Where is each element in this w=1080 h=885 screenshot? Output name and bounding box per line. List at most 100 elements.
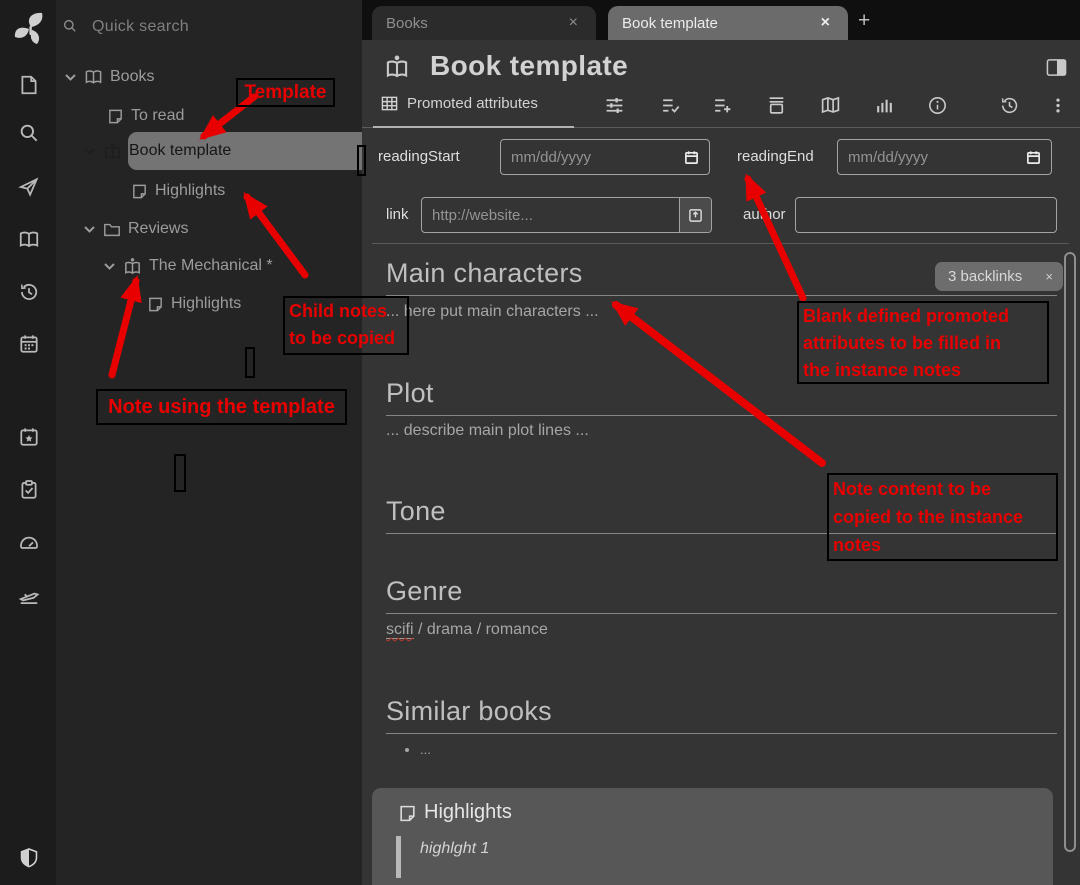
annotation-note-content: Note content to be copied to the instanc…	[827, 473, 1058, 561]
readingend-input[interactable]	[838, 149, 1026, 166]
blockquote-bar	[396, 836, 401, 878]
tree-item-highlights-2[interactable]: Highlights	[147, 285, 241, 323]
section-body-plot: ... describe main plot lines ...	[386, 422, 589, 440]
note-icon	[131, 183, 148, 200]
note-tree-panel: Quick search Books To read Book template…	[56, 0, 362, 885]
readingstart-date-field[interactable]	[500, 139, 710, 175]
attr-label-readingstart: readingStart	[378, 148, 460, 165]
tab-close-icon[interactable]: ×	[565, 13, 582, 33]
send-icon[interactable]	[18, 176, 40, 198]
section-heading-similar-books: Similar books	[386, 696, 1057, 734]
tree-item-label: The Mechanical *	[149, 257, 273, 275]
annotation-artifact-rect	[245, 347, 255, 378]
annotation-artifact-rect	[174, 454, 186, 492]
quick-search-icon[interactable]	[62, 18, 78, 34]
annotation-artifact-rect	[357, 145, 366, 176]
trilium-logo-icon	[11, 10, 49, 46]
shield-icon[interactable]	[18, 847, 40, 869]
tree-item-label: Book template	[129, 142, 231, 160]
readingstart-input[interactable]	[501, 149, 684, 166]
tree-item-highlights-1[interactable]: Highlights	[131, 172, 225, 210]
scrollbar-thumb[interactable]	[1064, 252, 1076, 852]
tab-books[interactable]: Books ×	[372, 6, 596, 40]
calendar-icon[interactable]	[684, 150, 699, 165]
tree-item-reviews[interactable]: Reviews	[83, 210, 188, 248]
tree-item-book-template[interactable]: Book template	[83, 132, 231, 170]
chevron-down-icon[interactable]	[83, 223, 96, 236]
attr-label-link: link	[386, 206, 409, 223]
list-item: ...	[420, 742, 431, 757]
plane-takeoff-icon[interactable]	[18, 585, 40, 607]
ribbon-tab-promoted-attributes[interactable]: Promoted attributes	[381, 95, 538, 112]
section-body-main-characters: ... here put main characters ...	[386, 303, 599, 321]
child-note-title[interactable]: Highlights	[424, 801, 512, 824]
gauge-icon[interactable]	[18, 532, 40, 554]
similar-books-list: ...	[406, 742, 431, 757]
clipboard-check-icon[interactable]	[18, 479, 40, 501]
calendar-icon[interactable]	[18, 333, 40, 355]
new-note-icon[interactable]	[18, 74, 40, 96]
list-check-icon[interactable]	[660, 95, 681, 116]
backlinks-badge[interactable]: 3 backlinks ×	[935, 262, 1063, 291]
badge-close-icon[interactable]: ×	[1045, 269, 1053, 284]
info-icon[interactable]	[927, 95, 948, 116]
note-icon	[107, 108, 124, 125]
author-field[interactable]	[795, 197, 1057, 233]
tree-item-label: Highlights	[155, 182, 225, 200]
tab-label: Books	[386, 15, 428, 32]
annotation-child-notes: Child notes to be copied	[283, 296, 409, 355]
tree-item-label: Books	[110, 68, 154, 86]
archive-icon[interactable]	[766, 95, 787, 116]
tree-item-the-mechanical[interactable]: The Mechanical *	[103, 247, 273, 285]
note-icon	[398, 804, 417, 823]
ribbon-active-underline	[373, 126, 574, 128]
tab-close-icon[interactable]: ×	[817, 13, 834, 33]
annotation-note-using-template: Note using the template	[96, 389, 347, 425]
calendar-star-icon[interactable]	[18, 426, 40, 448]
chevron-down-icon[interactable]	[103, 260, 116, 273]
tree-item-to-read[interactable]: To read	[107, 97, 184, 135]
split-pane-icon[interactable]	[1046, 58, 1067, 77]
attr-label-author: author	[743, 206, 786, 223]
link-url-field[interactable]	[421, 197, 712, 233]
tree-item-label: To read	[131, 107, 184, 125]
attributes-divider	[372, 243, 1069, 244]
calendar-icon[interactable]	[1026, 150, 1041, 165]
book-template-icon	[123, 257, 142, 276]
external-link-icon	[688, 208, 703, 223]
tree-item-label: Highlights	[171, 295, 241, 313]
attr-label-readingend: readingEnd	[737, 148, 814, 165]
tab-bar: Books × Book template × +	[362, 0, 1080, 40]
backlinks-count: 3 backlinks	[948, 268, 1022, 285]
link-input[interactable]	[422, 207, 679, 224]
author-input[interactable]	[796, 207, 1056, 224]
child-note-quote: highlght 1	[420, 840, 489, 858]
kebab-menu-icon[interactable]	[1049, 95, 1067, 116]
genre-rest: / drama / romance	[414, 621, 548, 638]
section-body-genre: scifi / drama / romance	[386, 621, 548, 639]
book-icon[interactable]	[18, 229, 40, 251]
map-icon[interactable]	[820, 95, 841, 116]
readingend-date-field[interactable]	[837, 139, 1052, 175]
search-icon[interactable]	[18, 122, 40, 144]
note-title-icon	[384, 54, 410, 80]
ribbon-tab-label: Promoted attributes	[407, 95, 538, 112]
list-plus-icon[interactable]	[712, 95, 733, 116]
edited-notes-history-icon[interactable]	[999, 95, 1020, 116]
chevron-down-icon[interactable]	[83, 145, 96, 158]
tree-item-books[interactable]: Books	[64, 58, 154, 96]
annotation-blank-attributes: Blank defined promoted attributes to be …	[797, 301, 1049, 384]
chevron-down-icon[interactable]	[64, 71, 77, 84]
annotation-template: Template	[236, 78, 335, 107]
open-external-link-button[interactable]	[679, 198, 711, 232]
history-icon[interactable]	[18, 281, 40, 303]
note-title[interactable]: Book template	[430, 50, 628, 82]
section-heading-genre: Genre	[386, 576, 1057, 614]
note-detail-pane: Book template Promoted attributes readin…	[362, 40, 1080, 885]
new-tab-button[interactable]: +	[858, 9, 870, 33]
sliders-icon[interactable]	[604, 95, 625, 116]
tab-book-template[interactable]: Book template ×	[608, 6, 848, 40]
child-note-card[interactable]: Highlights highlght 1	[372, 788, 1053, 885]
bar-chart-icon[interactable]	[874, 95, 895, 116]
quick-search-input[interactable]: Quick search	[92, 18, 189, 36]
